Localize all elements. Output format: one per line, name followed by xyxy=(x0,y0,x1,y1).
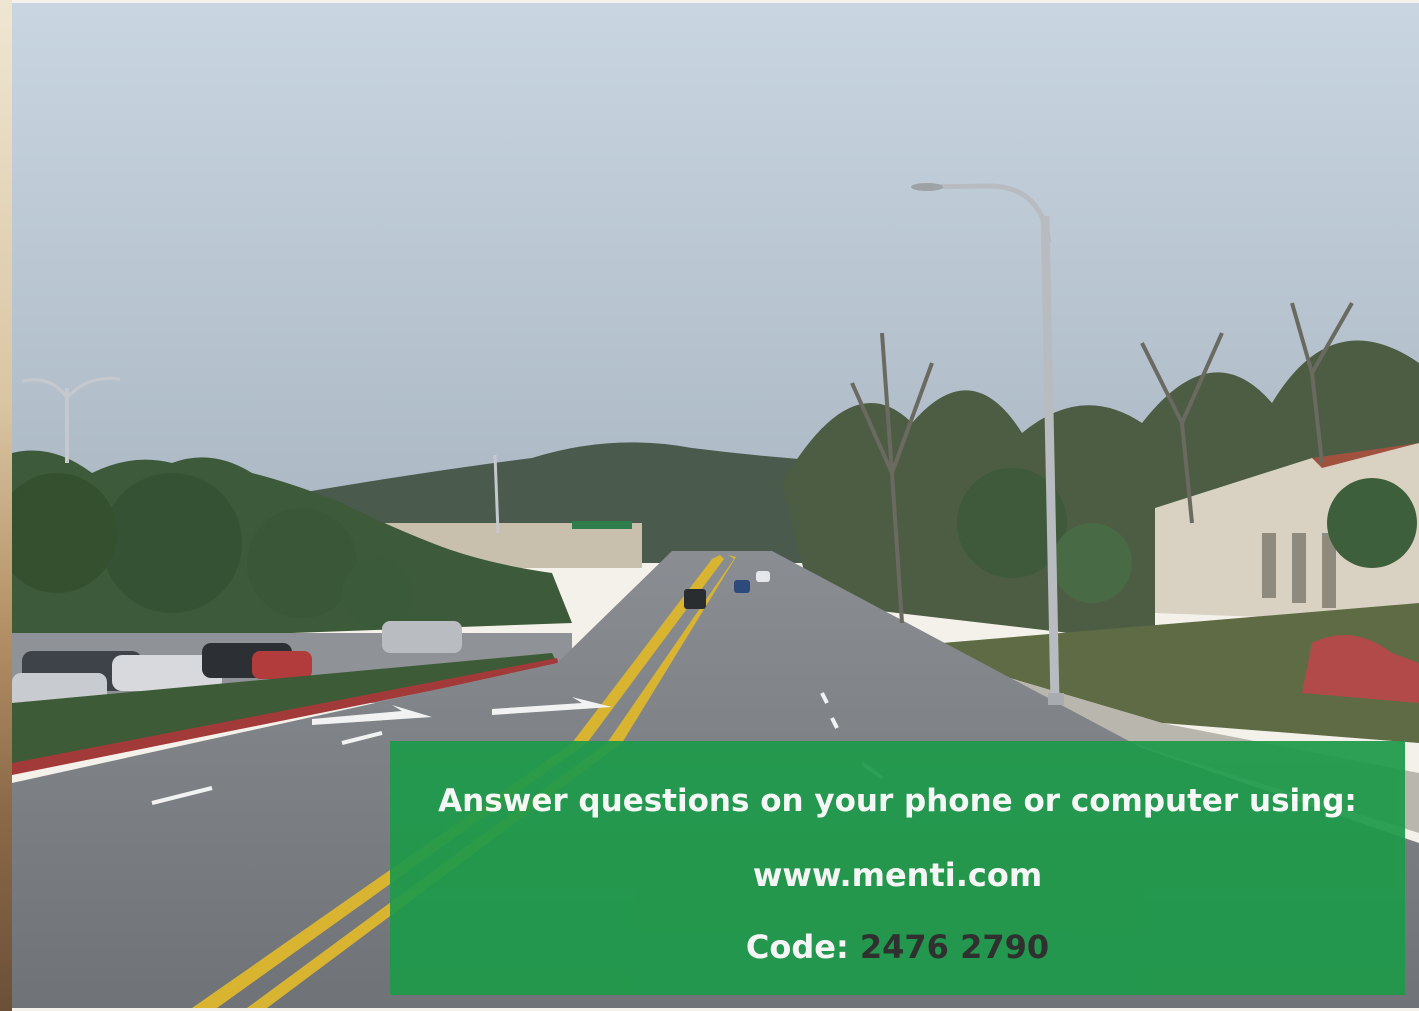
code-label: Code: xyxy=(745,928,849,966)
code-line: Code: 2476 2790 xyxy=(390,927,1405,967)
menti-url: www.menti.com xyxy=(752,856,1043,894)
adjacent-slide-edge xyxy=(0,0,12,1011)
code-value: 2476 2790 xyxy=(859,928,1050,966)
car xyxy=(684,589,706,609)
slide: Answer questions on your phone or comput… xyxy=(0,0,1419,1011)
instruction-text: Answer questions on your phone or comput… xyxy=(438,783,1357,819)
menti-instructions-panel: Answer questions on your phone or comput… xyxy=(390,741,1405,995)
